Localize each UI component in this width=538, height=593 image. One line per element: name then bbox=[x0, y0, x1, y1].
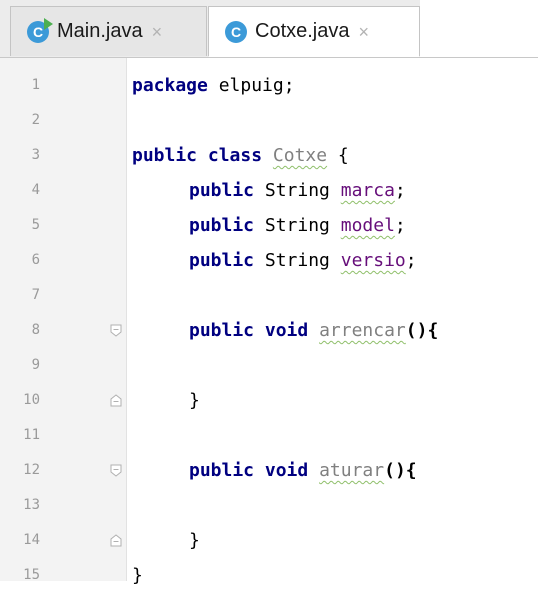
line-number: 13 bbox=[23, 497, 40, 513]
method-name: aturar bbox=[319, 460, 385, 481]
keyword: public bbox=[189, 250, 255, 271]
code-line: 15 } bbox=[0, 558, 538, 593]
type-name: String bbox=[254, 250, 341, 271]
line-number: 11 bbox=[23, 427, 40, 443]
line-number: 10 bbox=[23, 392, 40, 408]
code-line: 13 bbox=[0, 488, 538, 523]
code-line: 10 } bbox=[0, 383, 538, 418]
code-text: public void arrencar(){ bbox=[189, 313, 438, 348]
keyword: void bbox=[264, 460, 309, 481]
code-text: public class Cotxe { bbox=[132, 138, 349, 173]
code-line: 9 bbox=[0, 348, 538, 383]
fold-start-icon[interactable] bbox=[110, 324, 122, 337]
type-name: String bbox=[254, 180, 341, 201]
field-name: model bbox=[340, 215, 395, 236]
closing-brace: } bbox=[189, 390, 200, 411]
active-tab-indicator bbox=[209, 55, 419, 57]
code-line: 12 public void aturar(){ bbox=[0, 453, 538, 488]
code-line: 4 public String marca; bbox=[0, 173, 538, 208]
keyword: public bbox=[189, 320, 255, 341]
run-badge-icon bbox=[44, 17, 53, 30]
package-name: elpuig; bbox=[207, 75, 295, 96]
line-number: 2 bbox=[31, 112, 40, 128]
close-icon[interactable]: × bbox=[359, 23, 370, 41]
punctuation: { bbox=[327, 145, 349, 166]
code-line: 6 public String versio; bbox=[0, 243, 538, 278]
line-number: 7 bbox=[31, 287, 40, 303]
punctuation: ; bbox=[405, 250, 417, 271]
tab-label: Main.java bbox=[57, 20, 143, 42]
punctuation: (){ bbox=[384, 460, 417, 481]
keyword: public bbox=[189, 460, 255, 481]
line-number: 9 bbox=[31, 357, 40, 373]
method-name: arrencar bbox=[319, 320, 406, 341]
line-number: 1 bbox=[31, 77, 40, 93]
punctuation: ; bbox=[394, 215, 406, 236]
line-number: 6 bbox=[31, 252, 40, 268]
tab-main-java[interactable]: C Main.java × bbox=[10, 6, 207, 56]
code-text: public String marca; bbox=[189, 173, 406, 208]
code-text: public String model; bbox=[189, 208, 406, 243]
code-editor[interactable]: 1 package elpuig; 2 3 public class Cotxe… bbox=[0, 58, 538, 586]
type-name: String bbox=[254, 215, 341, 236]
keyword: public bbox=[189, 180, 255, 201]
code-text: public void aturar(){ bbox=[189, 453, 417, 488]
punctuation: ; bbox=[394, 180, 406, 201]
java-class-icon: C bbox=[225, 20, 247, 43]
closing-brace: } bbox=[189, 530, 200, 551]
fold-end-icon[interactable] bbox=[110, 394, 122, 407]
code-line: 1 package elpuig; bbox=[0, 68, 538, 103]
code-line: 8 public void arrencar(){ bbox=[0, 313, 538, 348]
line-number: 12 bbox=[23, 462, 40, 478]
code-line: 7 bbox=[0, 278, 538, 313]
code-line: 3 public class Cotxe { bbox=[0, 138, 538, 173]
code-line: 2 bbox=[0, 103, 538, 138]
code-line: 14 } bbox=[0, 523, 538, 558]
java-class-run-icon: C bbox=[27, 17, 53, 43]
line-number: 14 bbox=[23, 532, 40, 548]
close-icon[interactable]: × bbox=[152, 23, 163, 41]
code-text: package elpuig; bbox=[132, 68, 295, 103]
line-number: 4 bbox=[31, 182, 40, 198]
line-number: 15 bbox=[23, 567, 40, 583]
tab-label: Cotxe.java bbox=[255, 20, 350, 42]
line-number: 3 bbox=[31, 147, 40, 163]
closing-brace: } bbox=[132, 565, 143, 586]
code-text: public String versio; bbox=[189, 243, 417, 278]
code-line: 5 public String model; bbox=[0, 208, 538, 243]
keyword: class bbox=[207, 145, 263, 166]
field-name: versio bbox=[340, 250, 406, 271]
fold-end-icon[interactable] bbox=[110, 534, 122, 547]
editor-tab-bar: C Main.java × C Cotxe.java × bbox=[0, 0, 538, 58]
tab-bar-empty-area bbox=[420, 0, 538, 57]
keyword: package bbox=[132, 75, 208, 96]
code-line: 11 bbox=[0, 418, 538, 453]
tab-cotxe-java[interactable]: C Cotxe.java × bbox=[208, 6, 420, 57]
class-name: Cotxe bbox=[272, 145, 328, 166]
keyword: public bbox=[189, 215, 255, 236]
field-name: marca bbox=[340, 180, 395, 201]
fold-start-icon[interactable] bbox=[110, 464, 122, 477]
line-number: 8 bbox=[31, 322, 40, 338]
line-number: 5 bbox=[31, 217, 40, 233]
punctuation: (){ bbox=[405, 320, 439, 341]
keyword: public bbox=[132, 145, 198, 166]
keyword: void bbox=[264, 320, 309, 341]
